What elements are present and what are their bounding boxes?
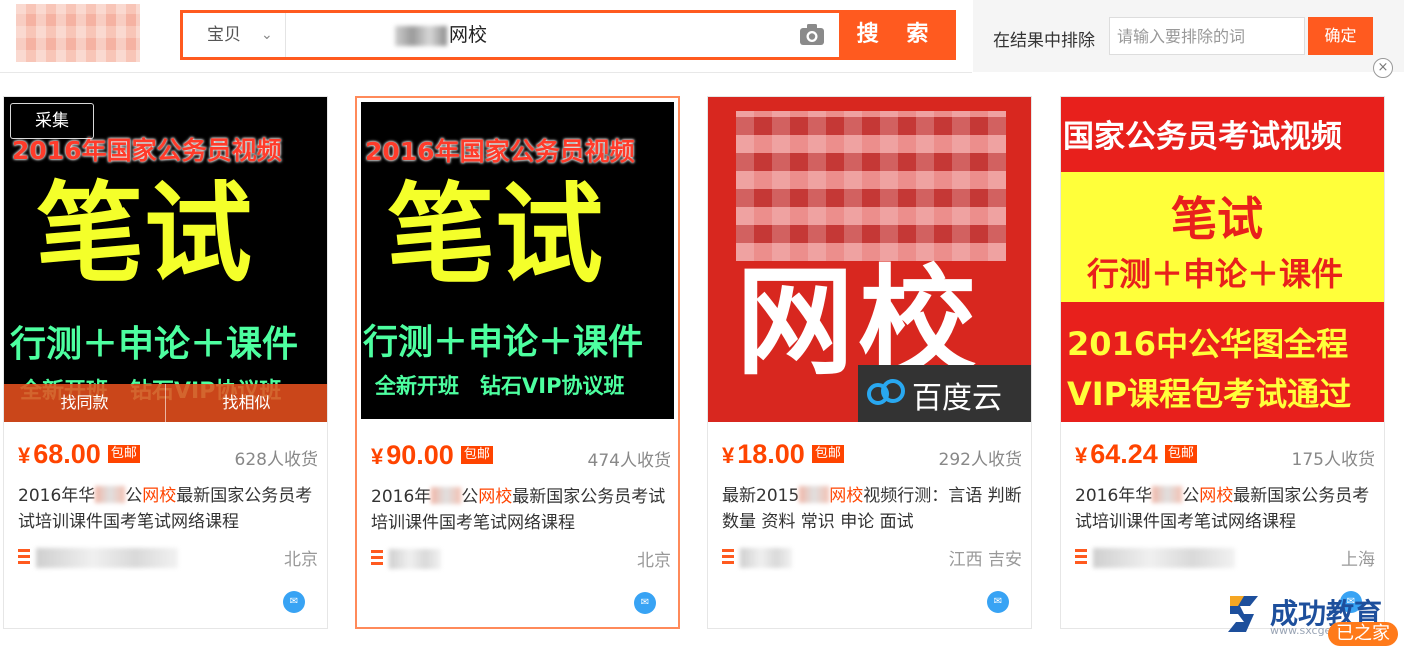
shop-icon [371,550,383,565]
free-shipping-badge: 包邮 [1164,445,1197,463]
search-box: 宝贝 ⌄ 网校 搜 索 [180,10,956,60]
image-line1-text: 2016中公华图全程 [1067,325,1349,363]
chat-icon[interactable]: ✉ [283,591,305,613]
image-mid-text: 行测＋申论＋课件 [10,324,299,365]
pixelated-logo [736,111,1006,261]
redacted-text [395,26,447,46]
search-input[interactable]: 网校 [287,13,831,57]
image-mid-text: 行测＋申论＋课件 [363,323,644,363]
baidu-cloud-badge: 百度云 [858,365,1031,422]
product-image[interactable]: 2016年国家公务员视频 笔试 行测＋申论＋课件 全新开班 钻石VIP协议班 采… [4,97,327,422]
chat-icon[interactable]: ✉ [987,591,1009,613]
shop-row: 北京 [18,545,318,570]
site-logo[interactable] [16,4,140,62]
image-mid-text: 行测＋申论＋课件 [1087,255,1344,293]
image-big-text: 笔试 [36,172,253,297]
location: 北京 [284,550,318,570]
chevron-down-icon: ⌄ [261,27,273,43]
price-row: ¥18.00 包邮 292人收货 [722,439,1022,471]
location: 江西 吉安 [948,550,1022,570]
product-card[interactable]: 2016年国家公务员视频 笔试 行测＋申论＋课件 全新开班 钻石VIP协议班 采… [3,96,328,629]
image-line2-text: VIP课程包考试通过 [1067,375,1352,413]
image-top-text: 国家公务员考试视频 [1063,119,1342,155]
watermark-logo-icon [1228,596,1258,632]
find-similar-button[interactable]: 找相似 [165,384,327,422]
price: ¥64.24 [1075,439,1158,469]
shop-name-link[interactable] [740,548,792,568]
cloud-icon [867,379,905,405]
free-shipping-badge: 包邮 [107,445,140,463]
close-icon[interactable]: × [1373,58,1393,78]
image-bottom-text: 全新开班 钻石VIP协议班 [375,374,625,398]
search-type-label: 宝贝 [207,25,241,45]
redacted-text [1152,486,1183,503]
product-card[interactable]: 国家公务员考试视频 笔试 行测＋申论＋课件 2016中公华图全程 VIP课程包考… [1060,96,1385,629]
search-header: 宝贝 ⌄ 网校 搜 索 在结果中排除 确定 [0,0,1404,72]
redacted-text [431,487,462,504]
image-big-text: 笔试 [1171,192,1263,246]
price-row: ¥90.00 包邮 474人收货 [371,440,671,472]
sales-count: 628人收货 [234,450,318,470]
product-title-link[interactable]: 最新2015 网校视频行测：言语 判断 数量 资料 常识 申论 面试 [722,483,1022,535]
exclude-filter-panel: 在结果中排除 确定 [973,0,1404,72]
location: 上海 [1341,550,1375,570]
watermark: 成功教育 www.sxcgedu.com 已之家 [1224,586,1404,648]
price: ¥90.00 [371,440,454,470]
hover-action-bar: 找同款 找相似 [4,384,327,422]
search-button[interactable]: 搜 索 [839,10,956,60]
location: 北京 [637,551,671,571]
redacted-text [799,486,830,503]
confirm-button[interactable]: 确定 [1308,17,1373,55]
image-banner-text: 2016年国家公务员视频 [365,137,635,166]
product-card[interactable]: 2016年国家公务员视频 笔试 行测＋申论＋课件 全新开班 钻石VIP协议班 ¥… [355,96,680,629]
price: ¥68.00 [18,439,101,469]
shop-icon [18,549,30,564]
sales-count: 474人收货 [587,451,671,471]
product-image[interactable]: 2016年国家公务员视频 笔试 行测＋申论＋课件 全新开班 钻石VIP协议班 [361,102,674,419]
search-type-dropdown[interactable]: 宝贝 ⌄ [183,13,286,57]
sales-count: 175人收货 [1291,450,1375,470]
product-card[interactable]: 网校 百度云 ¥18.00 包邮 292人收货 最新2015 网校视频行测：言语 … [707,96,1032,629]
chat-icon[interactable]: ✉ [634,592,656,614]
shop-icon [722,549,734,564]
find-same-button[interactable]: 找同款 [4,384,165,422]
product-title-link[interactable]: 2016年华 公网校最新国家公务员考试培训课件国考笔试网络课程 [1075,483,1375,535]
price: ¥18.00 [722,439,805,469]
camera-icon[interactable] [799,23,825,47]
image-big-text: 笔试 [387,173,604,298]
shop-icon [1075,549,1087,564]
exclude-words-input[interactable] [1109,17,1305,55]
sales-count: 292人收货 [938,450,1022,470]
shop-row: 江西 吉安 [722,545,1022,570]
price-row: ¥64.24 包邮 175人收货 [1075,439,1375,471]
product-title-link[interactable]: 2016年华 公网校最新国家公务员考试培训课件国考笔试网络课程 [18,483,318,535]
free-shipping-badge: 包邮 [811,445,844,463]
exclude-filter-label: 在结果中排除 [993,31,1095,51]
watermark-sub: 已之家 [1328,622,1398,646]
product-title-link[interactable]: 2016年 公网校最新国家公务员考试培训课件国考笔试网络课程 [371,484,671,536]
shop-name-link[interactable] [389,549,441,569]
shop-row: 上海 [1075,545,1375,570]
product-image[interactable]: 网校 百度云 [708,97,1031,422]
product-image[interactable]: 国家公务员考试视频 笔试 行测＋申论＋课件 2016中公华图全程 VIP课程包考… [1061,97,1384,422]
price-row: ¥68.00 包邮 628人收货 [18,439,318,471]
shop-name-link[interactable] [1093,548,1235,568]
redacted-text [95,486,126,503]
free-shipping-badge: 包邮 [460,446,493,464]
header-divider [0,72,972,73]
collect-button[interactable]: 采集 [10,103,94,139]
shop-row: 北京 [371,546,671,571]
shop-name-link[interactable] [36,548,178,568]
search-query-text: 网校 [449,24,488,46]
